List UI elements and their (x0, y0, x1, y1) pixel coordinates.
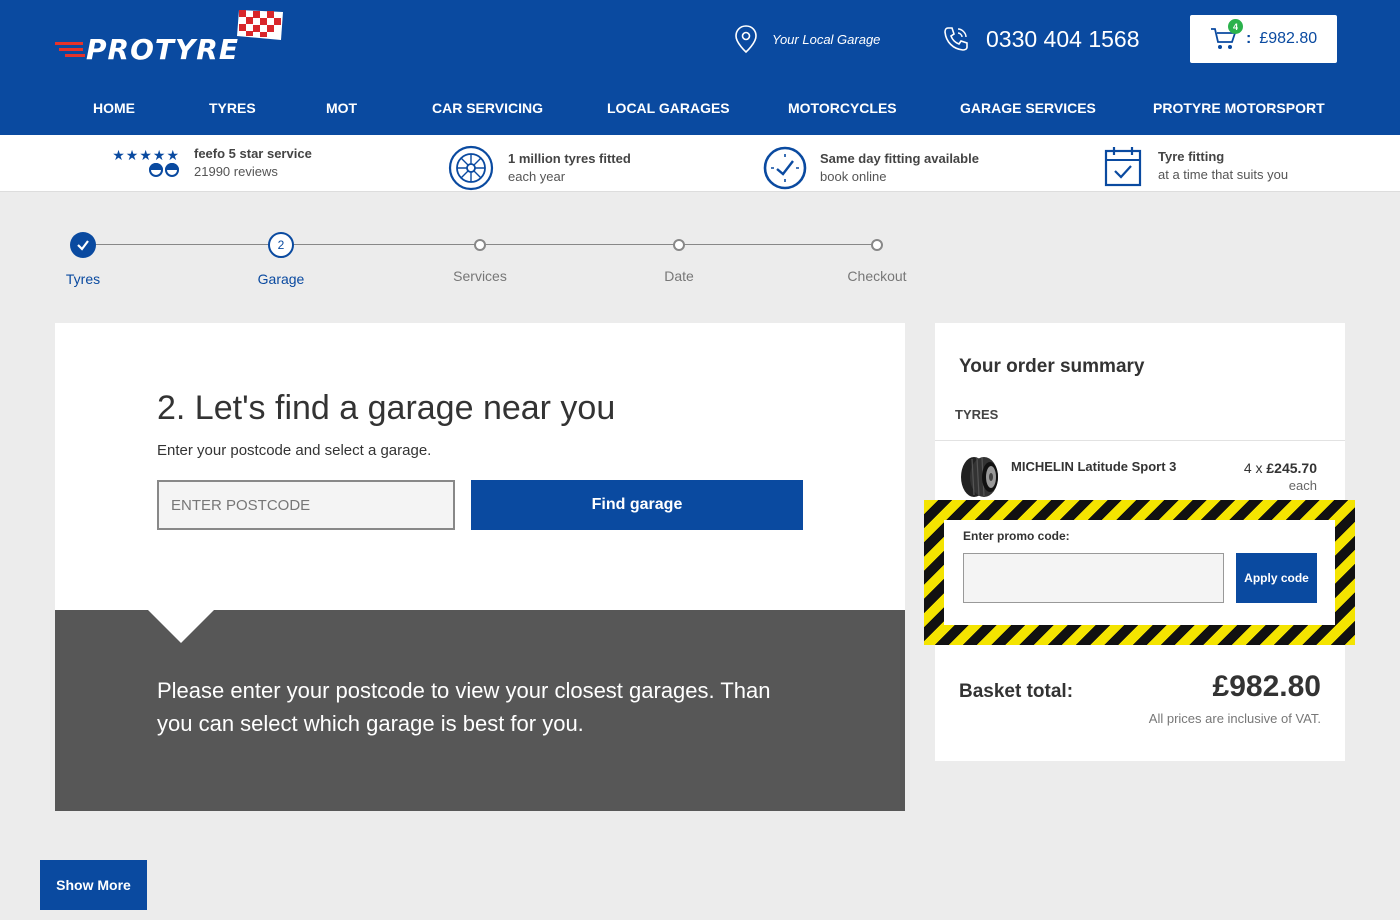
show-more-button[interactable]: Show More (40, 860, 147, 910)
promo-code-section: Enter promo code: Apply code (944, 520, 1335, 625)
promo-code-label: Enter promo code: (963, 529, 1070, 543)
benefit-subtitle: book online (820, 169, 887, 184)
vat-note: All prices are inclusive of VAT. (1148, 711, 1321, 726)
check-icon (77, 240, 89, 251)
find-garage-button[interactable]: Find garage (471, 480, 803, 530)
nav-tyres[interactable]: TYRES (209, 100, 256, 116)
nav-home[interactable]: HOME (93, 100, 135, 116)
step-tyres-label[interactable]: Tyres (66, 271, 100, 287)
step-services-dot (474, 239, 486, 251)
benefit-same-day: Same day fitting available book online (762, 145, 979, 191)
feefo-eyes-icon (149, 162, 179, 177)
tyre-unit-price: £245.70 (1266, 460, 1317, 476)
divider (935, 440, 1345, 441)
basket-separator: : (1246, 30, 1252, 47)
phone-number: 0330 404 1568 (986, 25, 1140, 52)
benefits-bar: ★★★★★ feefo 5 star service 21990 reviews… (0, 135, 1400, 192)
order-summary-title: Your order summary (959, 356, 1145, 377)
benefit-subtitle: at a time that suits you (1158, 167, 1289, 182)
cart-icon: 4 (1210, 19, 1243, 53)
benefit-title: 1 million tyres fitted (508, 151, 631, 166)
nav-car-servicing[interactable]: CAR SERVICING (432, 100, 543, 116)
nav-mot[interactable]: MOT (326, 100, 357, 116)
tyre-product-name[interactable]: MICHELIN Latitude Sport 3 (1011, 459, 1176, 474)
order-category: TYRES (955, 407, 999, 422)
nav-garage-services[interactable]: GARAGE SERVICES (960, 100, 1096, 116)
benefit-title: feefo 5 star service (194, 146, 312, 161)
basket-button[interactable]: 4 : £982.80 (1190, 15, 1337, 63)
basket-total: £982.80 (1259, 30, 1318, 47)
promo-highlight: Enter promo code: Apply code (924, 500, 1355, 645)
step-date-label: Date (664, 268, 694, 284)
tyre-price: 4 x £245.70 each (1244, 460, 1317, 494)
benefit-subtitle: each year (508, 169, 566, 184)
location-pin-icon (735, 25, 757, 54)
main-nav: HOME TYRES MOT CAR SERVICING LOCAL GARAG… (0, 90, 1400, 126)
benefit-subtitle: 21990 reviews (194, 164, 278, 179)
basket-count-badge: 4 (1228, 19, 1243, 34)
tyre-quantity: 4 x (1243, 460, 1263, 476)
site-header: PROTYRE Your Local Garage 0330 404 1568 … (0, 0, 1400, 135)
basket-total-value: £982.80 (1212, 670, 1321, 703)
logo-text: PROTYRE (86, 33, 239, 66)
local-garage-link[interactable]: Your Local Garage (734, 24, 880, 54)
benefit-tyre-fitting: Tyre fitting at a time that suits you (1104, 145, 1288, 187)
postcode-input[interactable] (157, 480, 455, 530)
garage-finder-subheading: Enter your postcode and select a garage. (157, 442, 432, 459)
local-garage-label: Your Local Garage (772, 31, 881, 47)
tyre-icon (448, 145, 494, 191)
step-garage-dot: 2 (268, 232, 294, 258)
step-garage-label: Garage (257, 271, 305, 287)
phone-icon (944, 27, 968, 51)
nav-motorcycles[interactable]: MOTORCYCLES (788, 100, 897, 116)
protyre-logo[interactable]: PROTYRE (55, 6, 300, 68)
step-services-label: Services (453, 268, 507, 284)
tyre-product-image (961, 457, 998, 497)
checkout-progress: 2 Tyres Garage Services Date Checkout (0, 225, 1400, 295)
promo-code-input[interactable] (963, 553, 1224, 603)
garage-finder-heading: 2. Let's find a garage near you (157, 389, 616, 427)
benefit-feefo[interactable]: ★★★★★ feefo 5 star service 21990 reviews (100, 145, 312, 181)
phone-link[interactable]: 0330 404 1568 (942, 22, 1140, 56)
step-tyres-dot[interactable] (70, 232, 96, 258)
info-pointer (147, 609, 215, 643)
basket-total-label: Basket total: (959, 681, 1074, 702)
benefit-tyres-fitted: 1 million tyres fitted each year (448, 145, 631, 191)
step-checkout-dot (871, 239, 883, 251)
tyre-price-unit: each (1288, 478, 1317, 493)
benefit-title: Tyre fitting (1158, 149, 1225, 164)
garage-finder-panel: 2. Let's find a garage near you Enter yo… (55, 323, 905, 811)
nav-protyre-motorsport[interactable]: PROTYRE MOTORSPORT (1153, 100, 1325, 116)
step-checkout-label: Checkout (847, 268, 907, 284)
apply-code-button[interactable]: Apply code (1236, 553, 1317, 603)
calendar-check-icon (1104, 147, 1142, 187)
feefo-stars-icon: ★★★★★ (100, 147, 180, 180)
benefit-title: Same day fitting available (820, 151, 979, 166)
info-text: Please enter your postcode to view your … (157, 678, 771, 736)
clock-icon (763, 146, 807, 190)
step-date-dot (673, 239, 685, 251)
nav-local-garages[interactable]: LOCAL GARAGES (607, 100, 730, 116)
info-box: Please enter your postcode to view your … (55, 609, 905, 811)
